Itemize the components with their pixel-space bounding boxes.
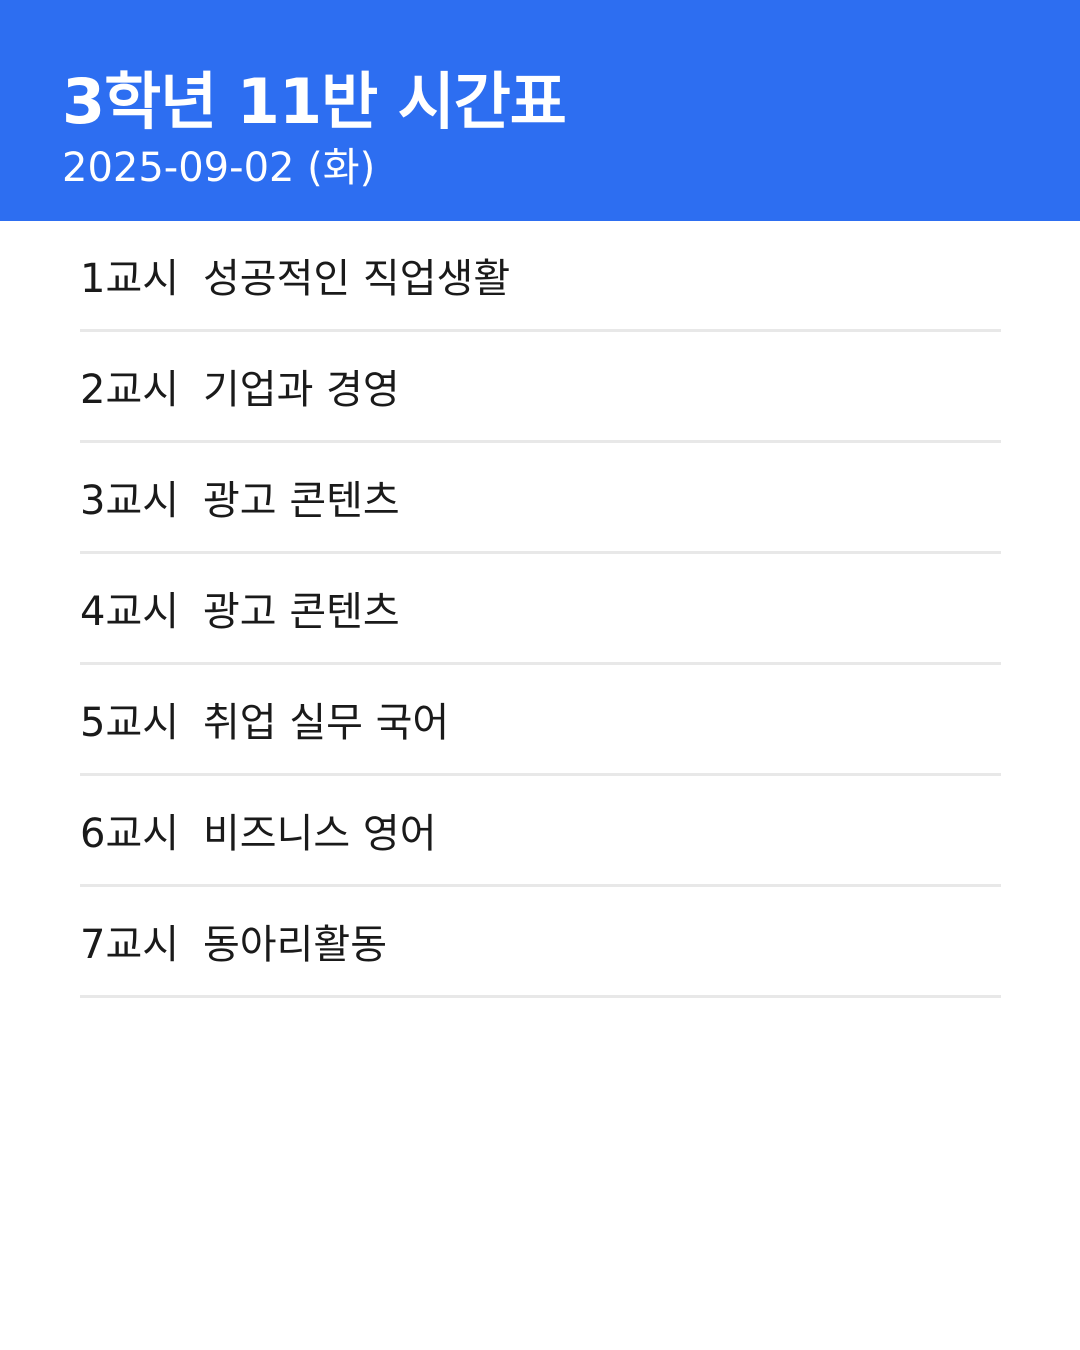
schedule-date: 2025-09-02 (화) <box>62 145 376 191</box>
schedule-row-7: 7교시 동아리활동 <box>80 887 1001 998</box>
schedule-row-2: 2교시 기업과 경영 <box>80 332 1001 443</box>
period-label: 3교시 <box>80 478 180 524</box>
period-label: 2교시 <box>80 367 180 413</box>
subject-label: 기업과 경영 <box>203 367 400 413</box>
schedule-list: 1교시 성공적인 직업생활 2교시 기업과 경영 3교시 광고 콘텐츠 4교시 … <box>80 221 1001 998</box>
subject-label: 취업 실무 국어 <box>203 700 450 746</box>
period-label: 1교시 <box>80 256 180 302</box>
subject-label: 성공적인 직업생활 <box>203 256 511 302</box>
subject-label: 비즈니스 영어 <box>203 811 437 857</box>
period-label: 7교시 <box>80 922 180 968</box>
period-label: 5교시 <box>80 700 180 746</box>
schedule-row-1: 1교시 성공적인 직업생활 <box>80 221 1001 332</box>
schedule-row-4: 4교시 광고 콘텐츠 <box>80 554 1001 665</box>
page-title: 3학년 11반 시간표 <box>62 65 567 138</box>
header-banner: 3학년 11반 시간표 2025-09-02 (화) <box>0 0 1080 221</box>
period-label: 4교시 <box>80 589 180 635</box>
subject-label: 동아리활동 <box>203 922 387 968</box>
schedule-row-3: 3교시 광고 콘텐츠 <box>80 443 1001 554</box>
period-label: 6교시 <box>80 811 180 857</box>
subject-label: 광고 콘텐츠 <box>203 478 400 524</box>
schedule-row-5: 5교시 취업 실무 국어 <box>80 665 1001 776</box>
schedule-row-6: 6교시 비즈니스 영어 <box>80 776 1001 887</box>
subject-label: 광고 콘텐츠 <box>203 589 400 635</box>
